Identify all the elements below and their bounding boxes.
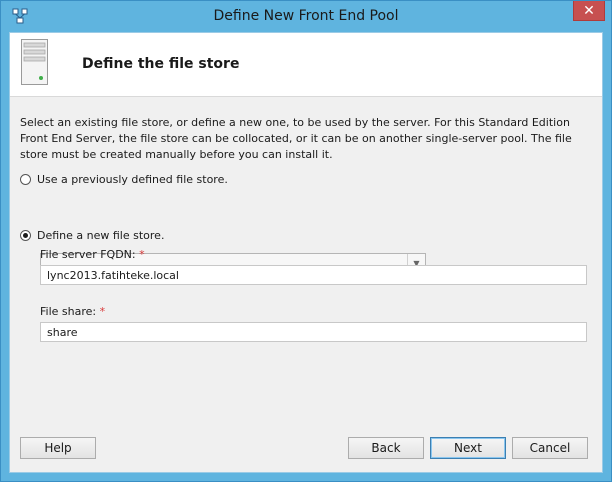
page-header: Define the file store [10, 33, 602, 97]
dialog-window: Define New Front End Pool ✕ Define the f… [0, 0, 612, 482]
file-share-label: File share: * [40, 305, 105, 318]
option-existing-label: Use a previously defined file store. [37, 173, 228, 186]
file-server-label: File server FQDN: * [40, 248, 145, 261]
help-button[interactable]: Help [20, 437, 96, 459]
file-share-input[interactable]: share [40, 322, 587, 342]
required-marker: * [139, 248, 145, 261]
page-title: Define the file store [82, 56, 240, 72]
radio-new-store[interactable] [20, 230, 31, 241]
option-new-store[interactable]: Define a new file store. [20, 229, 164, 242]
server-icon [21, 39, 48, 85]
option-new-label: Define a new file store. [37, 229, 165, 242]
file-server-fqdn-input[interactable]: lync2013.fatihteke.local [40, 265, 587, 285]
required-marker: * [99, 305, 106, 318]
back-button[interactable]: Back [348, 437, 424, 459]
cancel-button[interactable]: Cancel [512, 437, 588, 459]
file-server-label-text: File server FQDN: [40, 248, 136, 261]
option-existing-store[interactable]: Use a previously defined file store. [20, 173, 228, 186]
page-body: Select an existing file store, or define… [10, 97, 602, 472]
window-title: Define New Front End Pool [213, 8, 399, 24]
close-button[interactable]: ✕ [573, 1, 605, 21]
dialog-client-area: Define the file store Select an existing… [9, 32, 603, 473]
next-button[interactable]: Next [430, 437, 506, 459]
close-icon: ✕ [583, 2, 595, 19]
description-text: Select an existing file store, or define… [20, 116, 572, 161]
file-share-label-text: File share: [40, 305, 97, 318]
title-bar[interactable]: Define New Front End Pool ✕ [1, 1, 611, 32]
radio-existing-store[interactable] [20, 174, 31, 185]
